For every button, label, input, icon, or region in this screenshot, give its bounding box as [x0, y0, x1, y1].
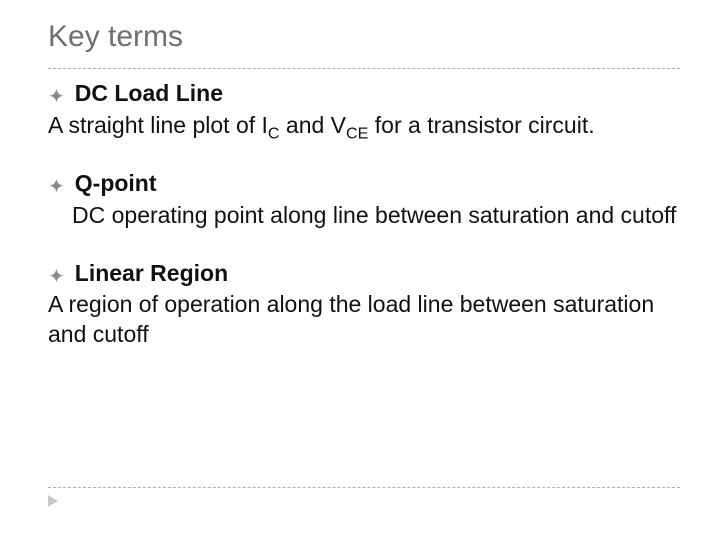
page-title: Key terms	[48, 20, 680, 60]
term-label: Linear Region	[75, 259, 228, 289]
bullet-icon: ✦	[48, 267, 65, 287]
term-row: ✦ Q-point	[48, 169, 680, 199]
term-definition: A region of operation along the load lin…	[48, 290, 680, 350]
footer	[48, 487, 680, 512]
def-text: A straight line plot of I	[48, 112, 268, 138]
term-label: DC Load Line	[75, 79, 223, 109]
term-block: ✦ DC Load Line A straight line plot of I…	[48, 79, 680, 141]
def-text: DC operating point along line between sa…	[72, 202, 676, 228]
title-divider	[48, 68, 680, 69]
def-text: and V	[280, 112, 347, 138]
term-definition: DC operating point along line between sa…	[48, 201, 680, 231]
slide: Key terms ✦ DC Load Line A straight line…	[0, 0, 720, 540]
term-block: ✦ Q-point DC operating point along line …	[48, 169, 680, 231]
term-row: ✦ Linear Region	[48, 259, 680, 289]
term-definition: A straight line plot of IC and VCE for a…	[48, 111, 680, 141]
triangle-icon	[48, 495, 58, 507]
subscript: C	[268, 124, 280, 142]
term-block: ✦ Linear Region A region of operation al…	[48, 259, 680, 351]
term-label: Q-point	[75, 169, 157, 199]
subscript: CE	[346, 124, 368, 142]
def-text: for a transistor circuit.	[368, 112, 594, 138]
bullet-icon: ✦	[48, 87, 65, 107]
term-row: ✦ DC Load Line	[48, 79, 680, 109]
content-area: ✦ DC Load Line A straight line plot of I…	[48, 79, 680, 350]
def-text: A region of operation along the load lin…	[48, 291, 654, 347]
footer-divider	[48, 487, 680, 488]
bullet-icon: ✦	[48, 177, 65, 197]
